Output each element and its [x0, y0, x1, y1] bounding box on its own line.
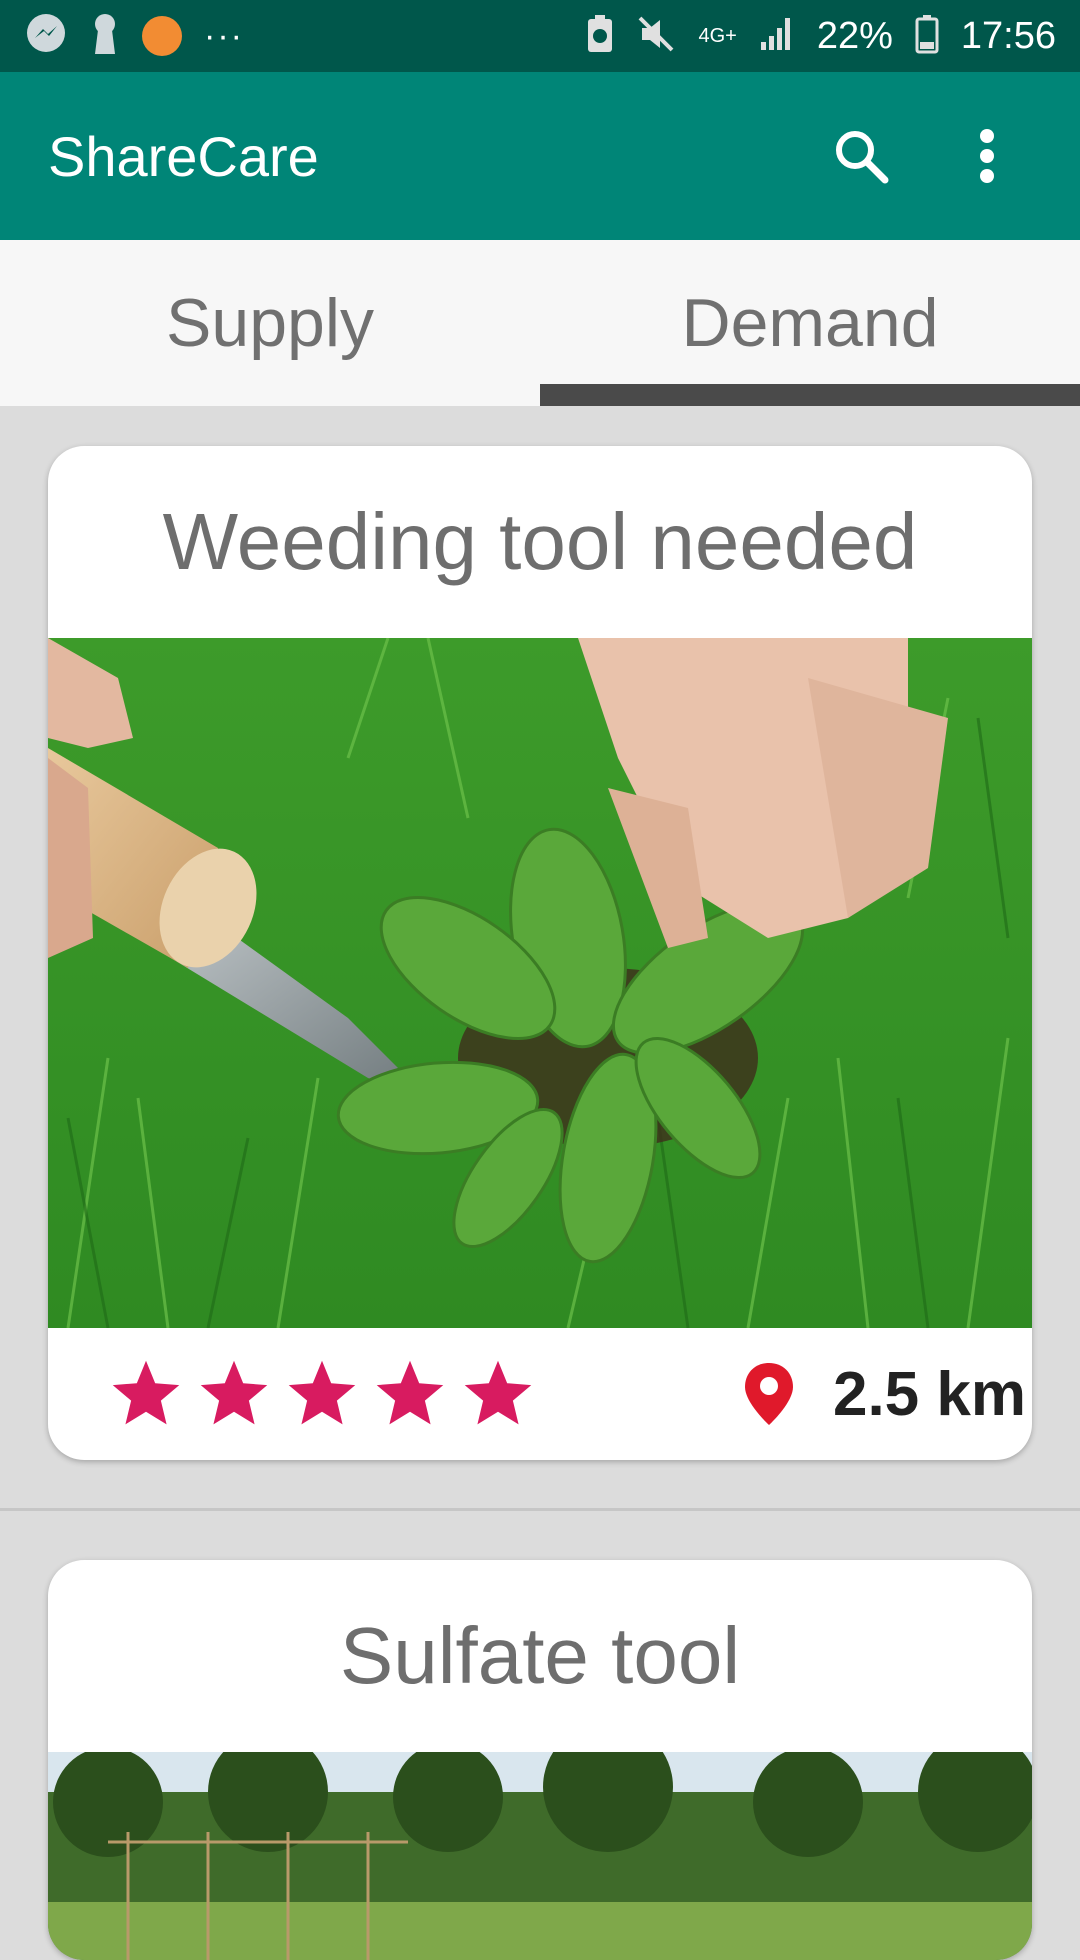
demand-card[interactable]: Sulfate tool [48, 1560, 1032, 1960]
overflow-menu-button[interactable] [942, 111, 1032, 201]
weeding-photo [48, 638, 1032, 1328]
list-divider [0, 1508, 1080, 1511]
notification-dot-icon [142, 16, 182, 56]
messenger-icon [24, 12, 68, 61]
star-icon [200, 1360, 268, 1425]
search-button[interactable] [816, 111, 906, 201]
signal-icon [759, 16, 795, 57]
location-pin-icon [744, 1363, 793, 1425]
network-type: 4G+ [698, 24, 737, 47]
status-bar: ··· 4G+ 22% 17:56 [0, 0, 1080, 72]
tab-bar: Supply Demand [0, 240, 1080, 406]
distance-text: 2.5 km [832, 1359, 1026, 1429]
garden-photo [48, 1752, 1032, 1960]
card-footer: 2.5 km [48, 1328, 1032, 1460]
more-notifications: ··· [204, 16, 244, 55]
battery-icon [915, 14, 939, 59]
distance-info: 2.5 km [744, 1359, 1026, 1430]
star-icon [112, 1360, 180, 1425]
card-title: Sulfate tool [339, 1611, 741, 1700]
card-title: Weeding tool needed [162, 497, 918, 586]
star-icon [288, 1360, 356, 1425]
rating-stars [108, 1356, 536, 1432]
search-icon [836, 131, 889, 184]
star-icon [464, 1360, 532, 1425]
tab-supply[interactable]: Supply [0, 240, 540, 406]
overflow-menu-icon [980, 129, 994, 183]
mute-icon [636, 14, 676, 59]
tab-demand[interactable]: Demand [540, 240, 1080, 406]
app-bar: ShareCare [0, 72, 1080, 240]
recycle-battery-icon [586, 14, 614, 59]
status-left: ··· [24, 12, 244, 61]
clock: 17:56 [960, 14, 1056, 57]
keyhole-icon [90, 12, 120, 61]
demand-card[interactable]: Weeding tool needed 2.5 km [48, 446, 1032, 1460]
app-title: ShareCare [48, 124, 319, 188]
battery-percent: 22% [816, 14, 893, 57]
star-icon [376, 1360, 444, 1425]
status-right: 4G+ 22% 17:56 [586, 14, 1056, 59]
